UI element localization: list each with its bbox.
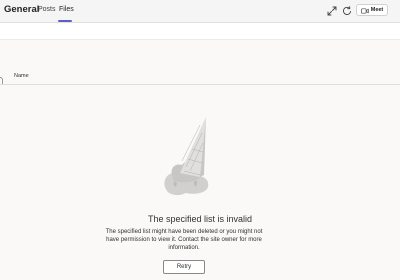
meet-button[interactable]: Meet: [356, 4, 388, 16]
empty-state-title: The specified list is invalid: [147, 214, 253, 224]
list-header: Name: [0, 70, 400, 85]
channel-title: General: [4, 4, 40, 15]
meet-label: Meet: [370, 7, 384, 13]
column-header-name[interactable]: Name: [14, 73, 29, 79]
empty-state-description: The specified list might have been delet…: [105, 229, 263, 251]
refresh-icon[interactable]: [341, 4, 353, 16]
file-type-icon[interactable]: [0, 72, 3, 85]
expand-icon[interactable]: [326, 4, 338, 16]
command-bar: [0, 23, 400, 40]
app-header: General Posts Files Meet: [0, 0, 400, 22]
files-panel: Name The specified list is invalid The s…: [0, 23, 400, 280]
tab-files[interactable]: Files: [59, 6, 74, 13]
video-camera-icon: [360, 1, 369, 19]
tab-posts[interactable]: Posts: [38, 6, 56, 13]
list-header-divider: [0, 84, 400, 85]
melted-ice-cream-cone-icon: [160, 113, 216, 205]
retry-button[interactable]: Retry: [163, 260, 205, 274]
